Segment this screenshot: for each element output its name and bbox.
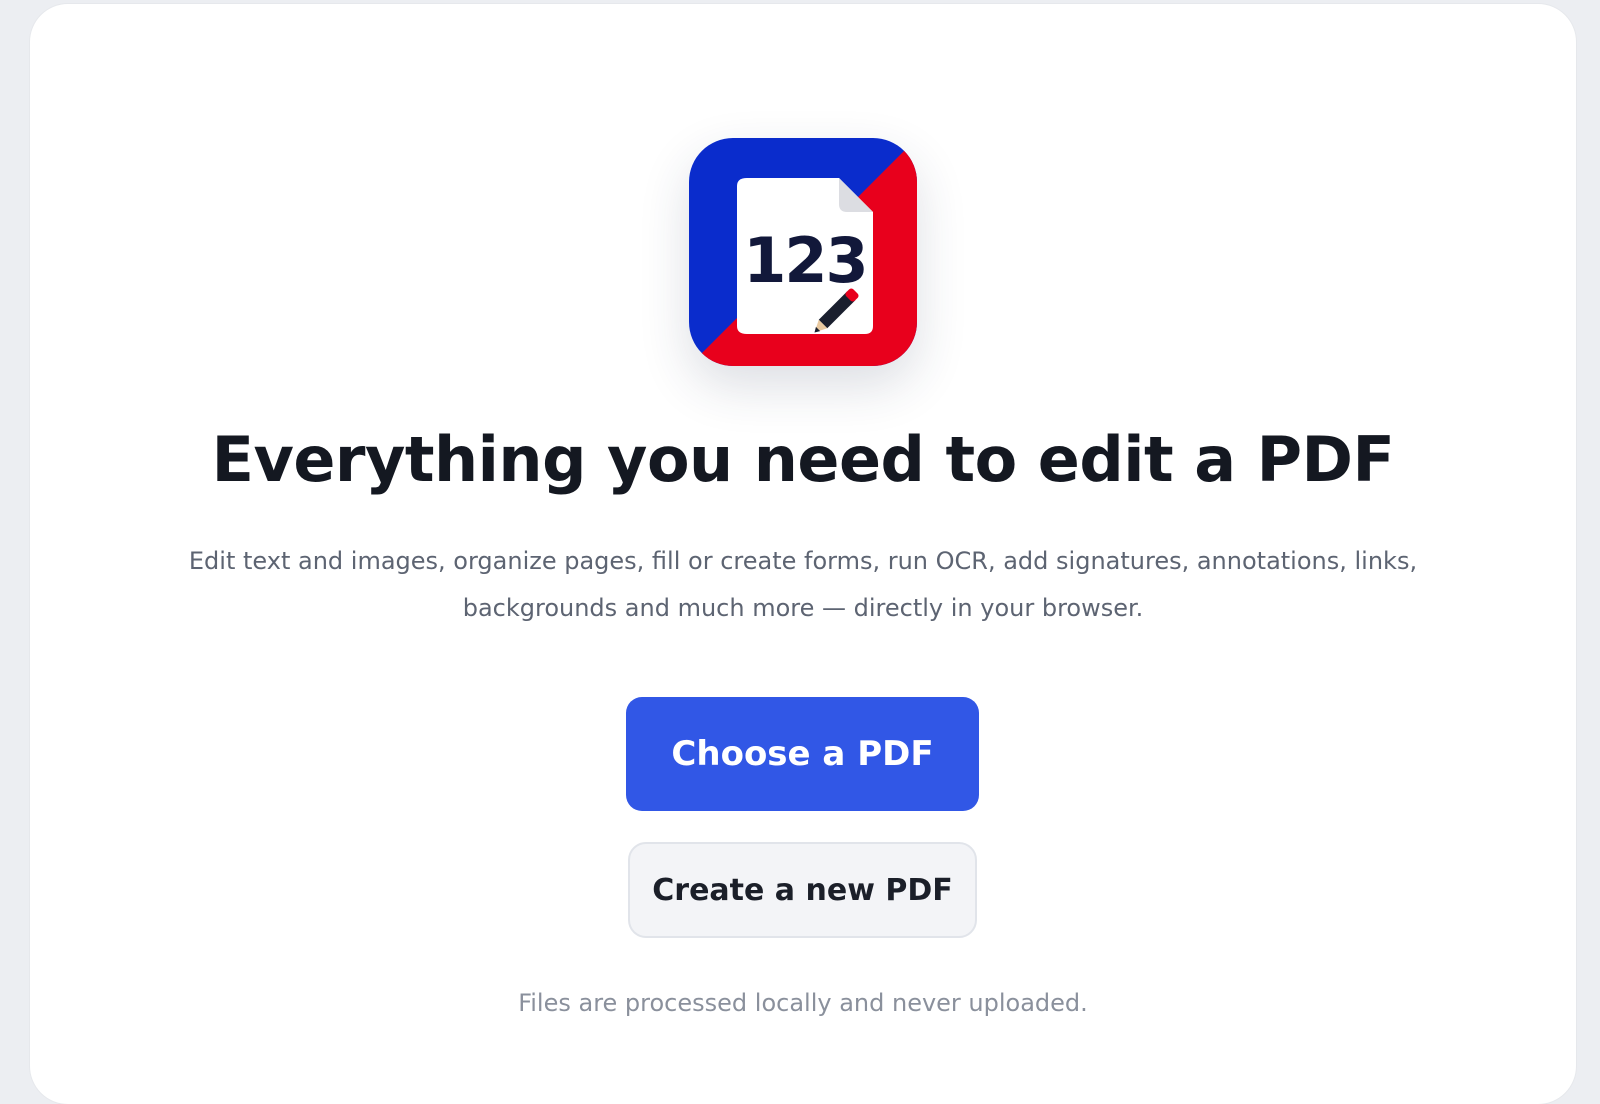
app-logo-icon: 123 [689, 138, 917, 366]
main-card: 123 Everything you need to edit a PDF Ed… [30, 4, 1576, 1104]
choose-pdf-button[interactable]: Choose a PDF [626, 697, 979, 811]
page-title: Everything you need to edit a PDF [211, 423, 1395, 496]
create-new-pdf-button[interactable]: Create a new PDF [628, 842, 977, 938]
privacy-footnote: Files are processed locally and never up… [518, 989, 1088, 1017]
page-subtitle: Edit text and images, organize pages, fi… [188, 547, 1418, 622]
logo-digits: 123 [743, 224, 866, 297]
